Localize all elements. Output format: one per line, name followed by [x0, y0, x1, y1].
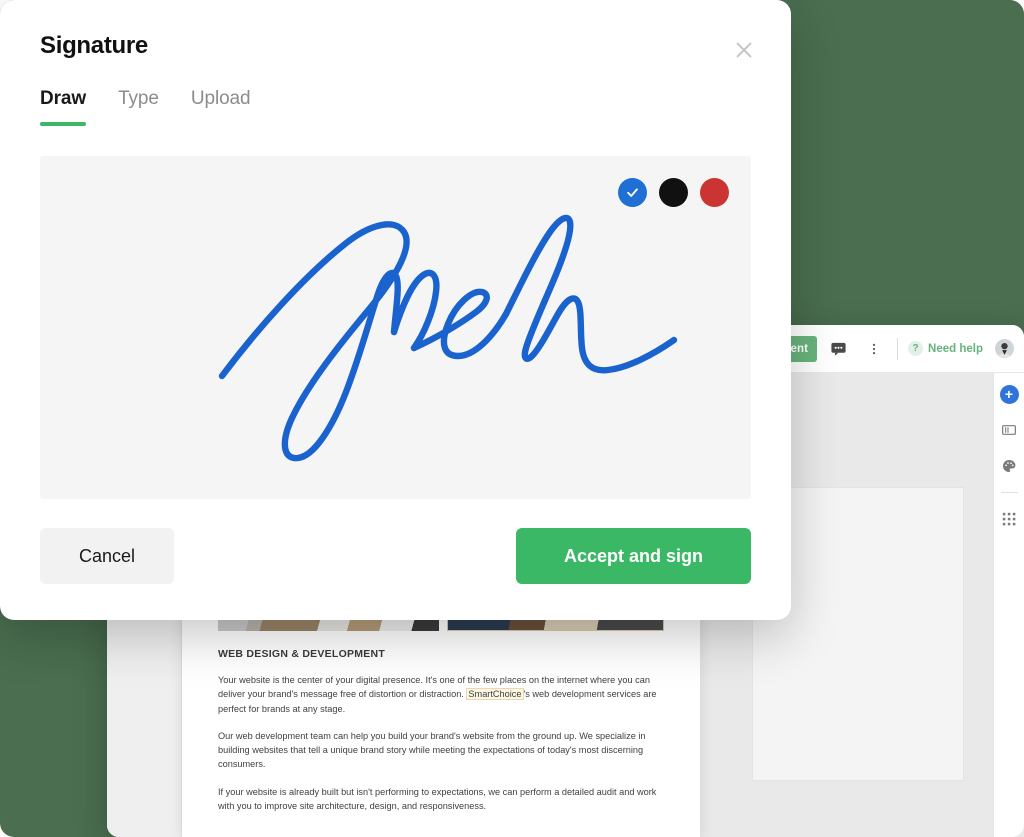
document-paragraph-1: Your website is the center of your digit… — [218, 673, 664, 716]
signature-stroke — [218, 214, 678, 462]
screenshot-stage: Finish document ? — [0, 0, 1024, 837]
signature-tabs: Draw Type Upload — [40, 88, 251, 126]
tool-rail: + — [993, 373, 1024, 837]
swatch-black[interactable] — [659, 178, 688, 207]
palette-icon[interactable] — [998, 455, 1020, 477]
signature-draw-canvas[interactable] — [40, 156, 751, 499]
accept-and-sign-button[interactable]: Accept and sign — [516, 528, 751, 584]
text-field-icon[interactable] — [998, 419, 1020, 441]
color-swatches — [618, 178, 729, 207]
question-mark-icon: ? — [908, 341, 924, 356]
toolbar-divider — [897, 337, 899, 360]
cancel-button[interactable]: Cancel — [40, 528, 174, 584]
chat-bubble-icon[interactable] — [823, 334, 853, 364]
document-paragraph-3: If your website is already built but isn… — [218, 786, 657, 811]
highlighted-term[interactable]: SmartChoice — [466, 688, 524, 701]
tab-type[interactable]: Type — [118, 88, 159, 126]
tab-draw[interactable]: Draw — [40, 88, 86, 126]
close-icon[interactable] — [727, 33, 761, 67]
swatch-blue[interactable] — [618, 178, 647, 207]
tab-upload[interactable]: Upload — [191, 88, 251, 126]
swatch-red[interactable] — [700, 178, 729, 207]
user-avatar[interactable] — [995, 339, 1014, 358]
rail-divider — [1000, 492, 1018, 493]
grid-icon[interactable] — [998, 508, 1020, 530]
document-paragraph-2: Our web development team can help you bu… — [218, 730, 646, 770]
check-icon — [627, 188, 638, 197]
document-content: WEB DESIGN & DEVELOPMENT Your website is… — [182, 597, 700, 826]
signature-modal: Signature Draw Type Upload Cancel Accept… — [0, 0, 791, 620]
more-vertical-icon[interactable] — [859, 334, 889, 364]
add-field-plus-icon[interactable]: + — [998, 383, 1020, 405]
need-help-label: Need help — [928, 342, 983, 355]
modal-title: Signature — [40, 32, 148, 59]
document-heading: WEB DESIGN & DEVELOPMENT — [218, 648, 386, 660]
need-help-button[interactable]: ? Need help — [908, 341, 983, 356]
